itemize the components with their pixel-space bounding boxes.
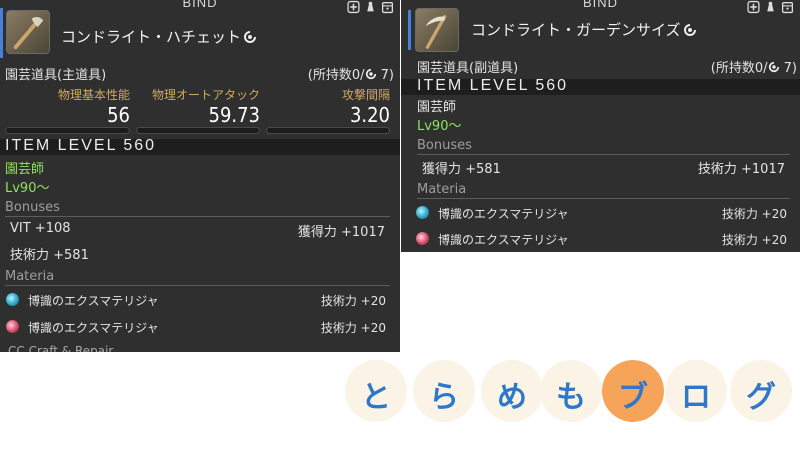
element-swirl-icon [768, 61, 779, 73]
item-name: コンドライト・ハチェット [61, 26, 257, 47]
materia-name: 博識のエクスマテリジャ [438, 207, 569, 221]
stat-value: 56 [107, 103, 130, 127]
stat-label: 物理基本性能 [57, 88, 130, 102]
level-requirement: Lv90〜 [5, 181, 50, 196]
stat-bar [266, 127, 390, 134]
stat-label: 攻撃間隔 [341, 88, 390, 102]
brand-char: ブ [618, 380, 648, 415]
element-swirl-icon [683, 24, 696, 36]
item-level: ITEM LEVEL 560 [417, 77, 569, 94]
header-icons [347, 0, 394, 14]
materia-header: Materia [5, 269, 55, 284]
plus-icon [347, 0, 360, 14]
item-category: 園芸道具(副道具) [417, 61, 519, 76]
scythe-icon [415, 8, 459, 52]
armoire-icon [381, 2, 394, 14]
job-label: 園芸師 [5, 162, 45, 177]
glamour-icon [367, 1, 374, 12]
job-label: 園芸師 [417, 100, 457, 115]
stat-delay: 攻撃間隔 3.20 [266, 86, 390, 127]
item-accent-bar [408, 10, 411, 50]
plus-icon [747, 0, 760, 14]
stat-bar [136, 127, 260, 134]
materia-effect: 技術力 +20 [320, 294, 386, 308]
element-swirl-icon [365, 68, 376, 80]
materia-name: 博識のエクスマテリジャ [28, 294, 159, 308]
item-accent-bar [0, 8, 3, 58]
glamour-icon [767, 1, 774, 12]
materia-red-icon [416, 232, 429, 245]
cut-off-text: CC Craft & Repair [8, 344, 114, 352]
possession-count: (所持数0/ 7) [711, 57, 797, 76]
materia-effect: 技術力 +20 [320, 321, 386, 335]
brand-char: グ [746, 380, 776, 415]
possession-count: (所持数0/ 7) [308, 64, 394, 83]
stat-bar [5, 127, 130, 134]
bonus-vit: VIT +108 [10, 221, 71, 236]
materia-name: 博識のエクスマテリジャ [28, 321, 159, 335]
materia-header: Materia [417, 182, 467, 197]
bonuses-header: Bonuses [5, 200, 60, 215]
bonus-perception: 技術力 +581 [10, 248, 89, 263]
bonus-gathering: 獲得力 +581 [422, 162, 501, 177]
brand-char: め [497, 380, 527, 415]
materia-name: 博識のエクスマテリジャ [438, 233, 569, 247]
materia-red-icon [6, 320, 19, 333]
brand-char: も [556, 380, 586, 415]
section-divider [417, 198, 790, 199]
stat-value: 3.20 [349, 103, 390, 127]
header-icons [747, 0, 794, 14]
materia-effect: 技術力 +20 [721, 207, 787, 221]
stat-auto-attack: 物理オートアタック 59.73 [136, 86, 260, 127]
bonus-perception: 技術力 +1017 [697, 162, 785, 177]
materia-blue-icon [6, 293, 19, 306]
materia-effect: 技術力 +20 [721, 233, 787, 247]
element-swirl-icon [244, 31, 257, 43]
bonuses-header: Bonuses [417, 138, 472, 153]
item-name-text: コンドライト・ガーデンサイズ [471, 21, 681, 39]
section-divider [5, 285, 390, 286]
stat-physical-damage: 物理基本性能 56 [5, 86, 130, 127]
stat-label: 物理オートアタック [151, 88, 260, 102]
item-name-text: コンドライト・ハチェット [61, 28, 242, 46]
bind-label: BIND [582, 0, 619, 10]
brand-char: ら [429, 380, 459, 415]
brand-char: と [361, 380, 391, 415]
brand-char: ロ [681, 380, 711, 415]
item-name: コンドライト・ガーデンサイズ [471, 19, 697, 40]
level-requirement: Lv90〜 [417, 119, 462, 134]
possession-label: (所持数0/ [307, 68, 365, 83]
hatchet-icon [6, 10, 50, 54]
section-divider [5, 216, 390, 217]
armoire-icon [781, 2, 794, 14]
bonus-gathering: 獲得力 +1017 [297, 225, 385, 240]
item-tooltip-hatchet: BIND コンドライト・ハチェット 園芸道具(主道具) (所持数0/ 7) 物理… [0, 0, 400, 352]
item-tooltip-scythe: BIND コンドライト・ガーデンサイズ 園芸道具(副道具) (所持数0/ 7) … [401, 0, 800, 252]
section-divider [417, 154, 790, 155]
possession-count-value: 7) [380, 68, 394, 83]
bind-label: BIND [182, 0, 218, 10]
stat-value: 59.73 [208, 103, 261, 127]
materia-blue-icon [416, 206, 429, 219]
item-category: 園芸道具(主道具) [5, 68, 107, 83]
item-level: ITEM LEVEL 560 [5, 137, 157, 154]
possession-count-value: 7) [783, 61, 797, 76]
possession-label: (所持数0/ [710, 61, 768, 76]
